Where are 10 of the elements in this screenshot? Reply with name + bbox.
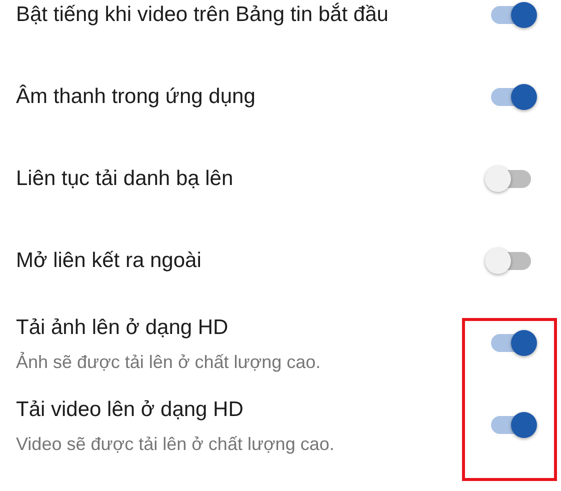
setting-label: Âm thanh trong ứng dụng (16, 84, 256, 110)
setting-description: Ảnh sẽ được tải lên ở chất lượng cao. (16, 351, 321, 373)
setting-label: Tải ảnh lên ở dạng HD (16, 315, 230, 341)
setting-label: Liên tục tải danh bạ lên (16, 166, 234, 192)
toggle-switch[interactable] (485, 164, 533, 194)
setting-label: Mở liên kết ra ngoài (16, 248, 202, 274)
toggle-switch[interactable] (485, 246, 533, 276)
setting-label: Tải video lên ở dạng HD (16, 397, 244, 423)
setting-label: Bật tiếng khi video trên Bảng tin bắt đầu (16, 2, 388, 28)
setting-description: Video sẽ được tải lên ở chất lượng cao. (16, 433, 334, 455)
